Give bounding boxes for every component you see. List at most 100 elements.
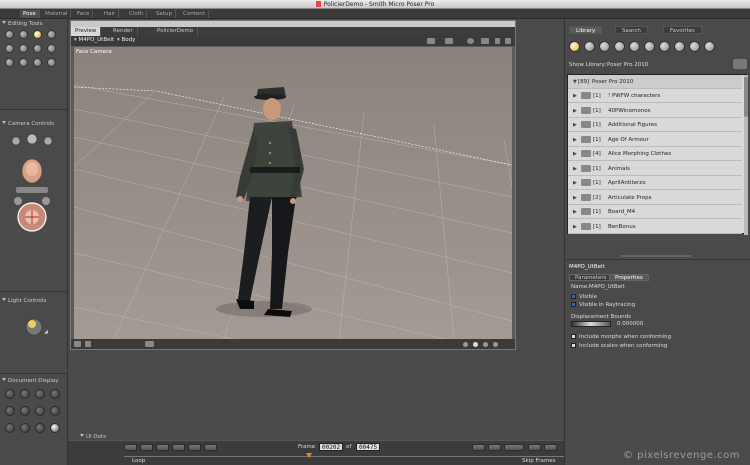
expand-arrow-icon[interactable]: ▶ [573, 209, 577, 215]
tab-search[interactable]: Search [615, 26, 648, 34]
room-tab-content[interactable]: Content [180, 10, 209, 18]
color-tool-icon[interactable] [47, 44, 56, 53]
chain-break-tool-icon[interactable] [33, 44, 42, 53]
library-scrollbar[interactable] [744, 75, 748, 235]
expand-arrow-icon[interactable]: ▶ [573, 195, 577, 201]
tab-properties[interactable]: Properties [609, 274, 649, 281]
expand-arrow-icon[interactable]: ▶ [573, 166, 577, 172]
lights-category-icon[interactable] [659, 41, 670, 52]
name-field[interactable]: M4PO_UtBelt [589, 284, 625, 290]
light-icon[interactable] [495, 38, 500, 44]
light-controls-globe[interactable]: ◢ [22, 315, 52, 339]
display-style-smooth-lined-icon[interactable] [35, 423, 45, 433]
taper-tool-icon[interactable] [19, 44, 28, 53]
add-key-button[interactable] [528, 444, 541, 451]
library-folder-row[interactable]: ▶ [1] 40PWinomonos [568, 104, 742, 118]
document-display-header[interactable]: Document Display [2, 378, 59, 384]
render-icon[interactable] [467, 38, 474, 44]
scenes-category-icon[interactable] [704, 41, 715, 52]
camera-controls-widget[interactable] [6, 131, 58, 241]
poses-category-icon[interactable] [584, 41, 595, 52]
panel-resize-handle[interactable] [621, 255, 691, 257]
translate-tool-icon[interactable] [33, 30, 42, 39]
light-controls-header[interactable]: Light Controls [2, 298, 46, 304]
translate-in-out-tool-icon[interactable] [47, 30, 56, 39]
tab-parameters[interactable]: Parameters [569, 274, 613, 281]
expand-arrow-icon[interactable]: ▶ [573, 93, 577, 99]
expand-arrow-icon[interactable]: ▶ [573, 122, 577, 128]
props-category-icon[interactable] [644, 41, 655, 52]
morphing-tool-icon[interactable] [33, 58, 42, 67]
tab-render[interactable]: Render [109, 27, 138, 36]
options-icon[interactable] [505, 38, 511, 44]
body-dropdown[interactable]: Body [117, 37, 136, 43]
include-scales-checkbox[interactable] [571, 343, 576, 348]
room-tab-hair[interactable]: Hair [101, 10, 120, 18]
skip-frames-label[interactable]: Skip Frames [522, 458, 555, 464]
layout-dot[interactable] [493, 342, 498, 347]
loop-toggle-button[interactable] [504, 444, 524, 451]
display-style-texture-shaded-icon[interactable] [20, 423, 30, 433]
expressions-category-icon[interactable] [599, 41, 610, 52]
go-to-end-button[interactable] [204, 444, 217, 451]
step-back-button[interactable] [140, 444, 153, 451]
display-style-hidden-line-icon[interactable] [50, 389, 60, 399]
library-folder-row[interactable]: ▶ [4] Alice Morphing Clothes [568, 147, 742, 161]
display-style-wireframe-icon[interactable] [35, 389, 45, 399]
3d-viewport[interactable]: Face Camera [74, 47, 512, 339]
timeline-scrubber[interactable] [306, 453, 312, 458]
add-keyframe-button[interactable] [488, 444, 501, 451]
display-style-silhouette-icon[interactable] [5, 389, 15, 399]
library-folder-row[interactable]: ▶ [1]! PWFW characters [568, 89, 742, 103]
remove-key-button[interactable] [544, 444, 557, 451]
scrollbar-thumb[interactable] [744, 77, 748, 117]
camera-controls-header[interactable]: Camera Controls [2, 121, 54, 127]
room-tab-pose[interactable]: Pose [20, 10, 40, 18]
display-style-lit-wire-icon[interactable] [5, 406, 15, 416]
layout-dot[interactable] [483, 342, 488, 347]
policeman-figure[interactable] [236, 87, 304, 317]
display-style-cartoon-icon[interactable] [50, 406, 60, 416]
visible-checkbox[interactable] [571, 294, 576, 299]
figures-category-icon[interactable] [569, 41, 580, 52]
total-frames-field[interactable]: 00475 [356, 443, 381, 451]
play-button[interactable] [172, 444, 185, 451]
grouping-tool-icon[interactable] [5, 58, 14, 67]
layout-dot[interactable] [473, 342, 478, 347]
room-tab-face[interactable]: Face [74, 10, 94, 18]
ground-icon[interactable] [145, 341, 154, 347]
actor-dropdown[interactable]: M4PO_UtBelt [74, 37, 115, 43]
library-header-row[interactable]: ▼ [89] Poser Pro 2010 [568, 75, 742, 89]
library-folder-row[interactable]: ▶ [2] Articulate Props [568, 191, 742, 205]
displacement-slider[interactable] [571, 321, 611, 327]
tab-library[interactable]: Library [569, 26, 603, 34]
display-style-flat-shaded-icon[interactable] [20, 406, 30, 416]
room-tab-cloth[interactable]: Cloth [126, 10, 148, 18]
visible-raytracing-checkbox[interactable] [571, 302, 576, 307]
library-options-button[interactable] [733, 59, 747, 69]
display-style-smooth-shaded-icon[interactable] [50, 423, 60, 433]
library-folder-row[interactable]: ▶ [1] Additional Figures [568, 118, 742, 132]
menu-icon[interactable] [74, 341, 81, 347]
cameras-category-icon[interactable] [674, 41, 685, 52]
library-folder-row[interactable]: ▶ [1] Animals [568, 162, 742, 176]
hands-category-icon[interactable] [629, 41, 640, 52]
current-frame-field[interactable]: 00202 [319, 443, 344, 451]
library-folder-row[interactable]: ▶ [1] Board_M4 [568, 205, 742, 219]
display-style-flat-lined-icon[interactable] [35, 406, 45, 416]
camera-icon[interactable] [481, 38, 489, 44]
rotate-tool-icon[interactable] [5, 30, 14, 39]
render-settings-icon[interactable] [427, 38, 435, 44]
library-folder-row[interactable]: ▶ [1] AprilAntiterzo [568, 176, 742, 190]
materials-category-icon[interactable] [689, 41, 700, 52]
displacement-value[interactable]: 0.000000 [617, 321, 643, 327]
view-magnifier-icon[interactable] [19, 58, 28, 67]
expand-arrow-icon[interactable]: ▶ [573, 108, 577, 114]
expand-arrow-icon[interactable]: ▶ [573, 224, 577, 230]
hair-category-icon[interactable] [614, 41, 625, 52]
room-tab-setup[interactable]: Setup [153, 10, 177, 18]
layout-dot[interactable] [463, 342, 468, 347]
twist-tool-icon[interactable] [19, 30, 28, 39]
direct-manipulation-icon[interactable] [47, 58, 56, 67]
display-style-shaded-icon[interactable] [5, 423, 15, 433]
